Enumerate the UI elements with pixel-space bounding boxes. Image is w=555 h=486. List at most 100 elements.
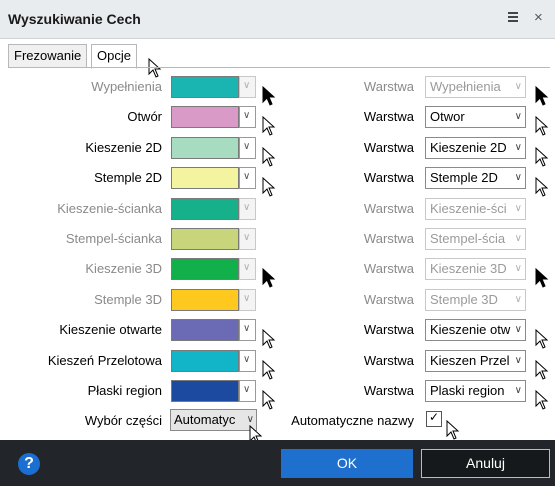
cursor-outline-icon xyxy=(262,360,276,380)
window-title: Wyszukiwanie Cech xyxy=(8,11,141,27)
feature-label: Stempel-ścianka xyxy=(65,231,162,246)
tab-frezowanie[interactable]: Frezowanie xyxy=(8,44,88,68)
color-swatch[interactable] xyxy=(171,137,239,159)
chevron-down-icon: ∨ xyxy=(243,202,251,213)
layer-dropdown: Stemple 3D ∨ xyxy=(425,289,526,311)
chevron-down-icon: ∨ xyxy=(243,354,251,365)
feature-label: Kieszenie-ścianka xyxy=(57,201,162,216)
layer-dropdown: Wypełnienia ∨ xyxy=(425,76,526,98)
chevron-down-icon: ∨ xyxy=(513,290,522,310)
color-dropdown-button: ∨ xyxy=(239,289,256,311)
color-dropdown-button[interactable]: ∨ xyxy=(239,106,256,128)
color-swatch[interactable] xyxy=(171,106,239,128)
part-selection-dropdown[interactable]: Automatyc ∨ xyxy=(170,409,257,431)
cursor-outline-icon xyxy=(535,147,549,167)
chevron-down-icon: ∨ xyxy=(513,381,522,401)
cursor-outline-icon xyxy=(262,177,276,197)
layer-dropdown[interactable]: Kieszenie 2D ∨ xyxy=(425,137,526,159)
color-dropdown-button[interactable]: ∨ xyxy=(239,350,256,372)
help-icon[interactable]: ? xyxy=(18,453,40,475)
color-swatch[interactable] xyxy=(171,380,239,402)
color-swatch[interactable] xyxy=(171,167,239,189)
layer-dropdown[interactable]: Kieszen Przel ∨ xyxy=(425,350,526,372)
layer-label: Warstwa xyxy=(363,322,414,337)
menu-icon[interactable] xyxy=(508,12,518,26)
chevron-down-icon: ∨ xyxy=(513,351,522,371)
auto-names-checkbox[interactable]: ✓ xyxy=(426,410,442,427)
feature-label: Otwór xyxy=(127,109,162,124)
layer-label: Warstwa xyxy=(363,261,414,276)
cursor-outline-icon xyxy=(535,390,549,410)
color-dropdown-button[interactable]: ∨ xyxy=(239,137,256,159)
color-dropdown-button: ∨ xyxy=(239,228,256,250)
feature-label: Kieszenie otwarte xyxy=(59,322,162,337)
cursor-outline-icon xyxy=(535,329,549,349)
layer-label: Warstwa xyxy=(363,79,414,94)
auto-names-label: Automatyczne nazwy xyxy=(291,413,414,428)
close-icon[interactable]: × xyxy=(534,9,543,26)
cursor-black-icon xyxy=(535,268,549,288)
footer-bar: ? OK Anuluj xyxy=(0,440,555,486)
cursor-outline-icon xyxy=(262,329,276,349)
layer-dropdown: Kieszenie 3D ∨ xyxy=(425,258,526,280)
layer-value: Wypełnienia xyxy=(430,79,501,94)
layer-dropdown[interactable]: Stemple 2D ∨ xyxy=(425,167,526,189)
color-dropdown-button[interactable]: ∨ xyxy=(239,319,256,341)
layer-dropdown: Stempel-ścia ∨ xyxy=(425,228,526,250)
layer-value: Plaski region xyxy=(430,383,505,398)
layer-label: Warstwa xyxy=(363,231,414,246)
chevron-down-icon: ∨ xyxy=(243,293,251,304)
cursor-black-icon xyxy=(535,86,549,106)
layer-value: Kieszen Przel xyxy=(430,353,510,368)
cursor-outline-icon xyxy=(535,177,549,197)
cursor-outline-icon xyxy=(446,420,460,440)
chevron-down-icon: ∨ xyxy=(243,323,251,334)
part-selection-value: Automatyc xyxy=(174,412,236,427)
cursor-outline-icon xyxy=(535,360,549,380)
color-swatch xyxy=(171,198,239,220)
layer-label: Warstwa xyxy=(363,353,414,368)
tab-opcje[interactable]: Opcje xyxy=(91,44,137,69)
layer-label: Warstwa xyxy=(363,170,414,185)
chevron-down-icon: ∨ xyxy=(243,384,251,395)
layer-dropdown: Kieszenie-ści ∨ xyxy=(425,198,526,220)
layer-label: Warstwa xyxy=(363,140,414,155)
chevron-down-icon: ∨ xyxy=(243,80,251,91)
chevron-down-icon: ∨ xyxy=(513,138,522,158)
layer-dropdown[interactable]: Plaski region ∨ xyxy=(425,380,526,402)
cursor-outline-icon xyxy=(262,116,276,136)
chevron-down-icon: ∨ xyxy=(513,77,522,97)
color-dropdown-button[interactable]: ∨ xyxy=(239,167,256,189)
cancel-button[interactable]: Anuluj xyxy=(421,449,550,478)
layer-value: Otwor xyxy=(430,109,465,124)
color-dropdown-button: ∨ xyxy=(239,258,256,280)
chevron-down-icon: ∨ xyxy=(513,107,522,127)
chevron-down-icon: ∨ xyxy=(513,199,522,219)
cursor-outline-icon xyxy=(262,147,276,167)
layer-dropdown[interactable]: Kieszenie otw ∨ xyxy=(425,319,526,341)
color-swatch xyxy=(171,289,239,311)
cursor-black-icon xyxy=(262,268,276,288)
cursor-outline-icon xyxy=(535,116,549,136)
color-dropdown-button: ∨ xyxy=(239,76,256,98)
chevron-down-icon: ∨ xyxy=(243,232,251,243)
color-swatch[interactable] xyxy=(171,350,239,372)
layer-label: Warstwa xyxy=(363,292,414,307)
chevron-down-icon: ∨ xyxy=(243,262,251,273)
title-bar: Wyszukiwanie Cech × xyxy=(0,0,555,39)
color-swatch[interactable] xyxy=(171,319,239,341)
feature-label: Kieszenie 2D xyxy=(85,140,162,155)
layer-dropdown[interactable]: Otwor ∨ xyxy=(425,106,526,128)
feature-label: Wypełnienia xyxy=(91,79,162,94)
ok-button[interactable]: OK xyxy=(281,449,413,478)
color-dropdown-button: ∨ xyxy=(239,198,256,220)
chevron-down-icon: ∨ xyxy=(243,171,251,182)
layer-label: Warstwa xyxy=(363,201,414,216)
layer-value: Stemple 2D xyxy=(430,170,498,185)
color-dropdown-button[interactable]: ∨ xyxy=(239,380,256,402)
chevron-down-icon: ∨ xyxy=(513,259,522,279)
part-selection-label: Wybór części xyxy=(84,413,162,428)
layer-value: Stemple 3D xyxy=(430,292,498,307)
feature-label: Stemple 3D xyxy=(94,292,162,307)
layer-label: Warstwa xyxy=(363,109,414,124)
